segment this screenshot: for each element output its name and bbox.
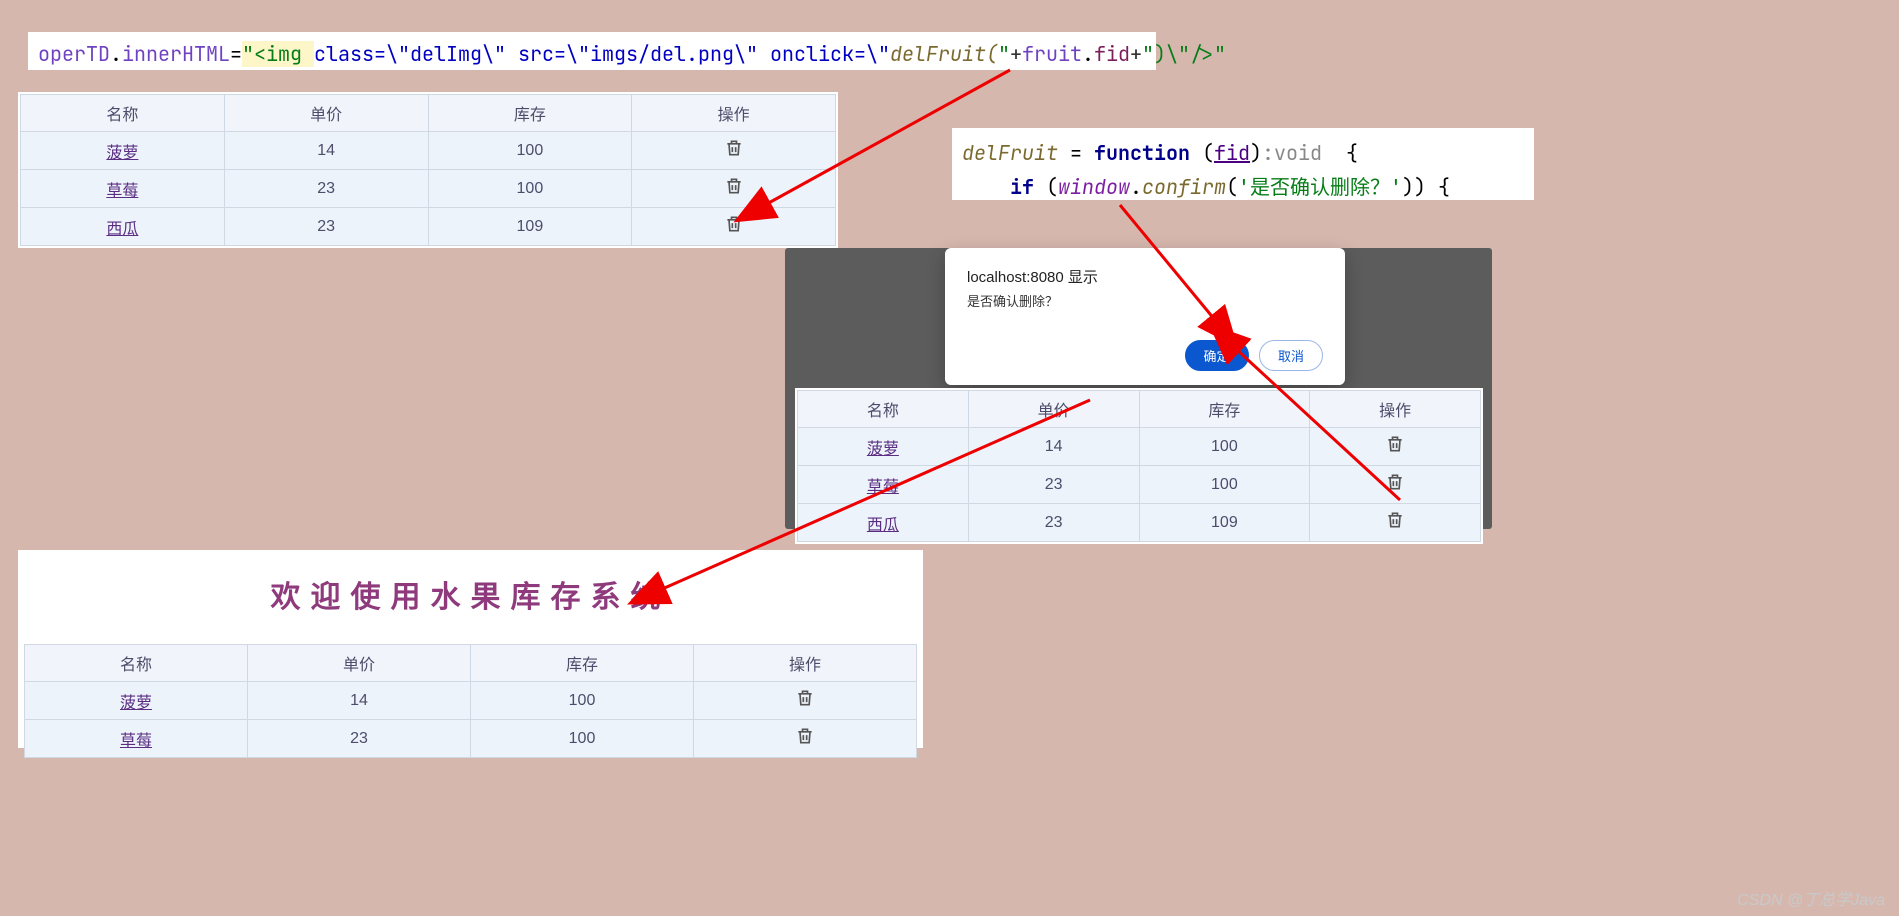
col-name: 名称 [798, 391, 969, 428]
table-row: 菠萝14100 [25, 682, 917, 720]
table-row: 西瓜23109 [798, 504, 1481, 542]
table-row: 菠萝14100 [21, 132, 836, 170]
col-oper: 操作 [632, 95, 836, 132]
trash-icon [724, 138, 744, 158]
fruit-table-1: 名称 单价 库存 操作 菠萝14100 草莓23100 西瓜23109 [18, 92, 838, 248]
delete-button[interactable] [694, 682, 917, 720]
table-row: 草莓23100 [21, 170, 836, 208]
table-row: 西瓜23109 [21, 208, 836, 246]
fruit-link[interactable]: 草莓 [106, 183, 138, 200]
trash-icon [724, 176, 744, 196]
delete-button[interactable] [694, 720, 917, 758]
col-stock: 库存 [471, 645, 694, 682]
table-header-row: 名称 单价 库存 操作 [798, 391, 1481, 428]
dialog-message: 是否确认删除？ [967, 291, 1323, 310]
confirm-dialog: localhost:8080 显示 是否确认删除？ 确定 取消 [945, 248, 1345, 385]
dialog-host: localhost:8080 显示 [967, 266, 1323, 287]
col-oper: 操作 [694, 645, 917, 682]
table-header-row: 名称 单价 库存 操作 [25, 645, 917, 682]
fruit-link[interactable]: 菠萝 [106, 145, 138, 162]
trash-icon [1385, 472, 1405, 492]
col-stock: 库存 [428, 95, 632, 132]
fruit-link[interactable]: 草莓 [120, 733, 152, 750]
fruit-link[interactable]: 草莓 [867, 479, 899, 496]
trash-icon [724, 214, 744, 234]
delete-button[interactable] [632, 132, 836, 170]
col-stock: 库存 [1139, 391, 1310, 428]
fruit-table-2: 名称 单价 库存 操作 菠萝14100 草莓23100 西瓜23109 [795, 388, 1483, 544]
trash-icon [795, 688, 815, 708]
trash-icon [795, 726, 815, 746]
col-oper: 操作 [1310, 391, 1481, 428]
col-price: 单价 [968, 391, 1139, 428]
col-price: 单价 [248, 645, 471, 682]
delete-button[interactable] [632, 170, 836, 208]
trash-icon [1385, 510, 1405, 530]
trash-icon [1385, 434, 1405, 454]
result-panel: 欢迎使用水果库存系统 名称 单价 库存 操作 菠萝14100 草莓23100 [18, 550, 923, 748]
table-header-row: 名称 单价 库存 操作 [21, 95, 836, 132]
code-snippet-2: delFruit = function (fid):void { if (win… [952, 128, 1534, 200]
delete-button[interactable] [1310, 504, 1481, 542]
fruit-link[interactable]: 西瓜 [867, 517, 899, 534]
table-row: 菠萝14100 [798, 428, 1481, 466]
delete-button[interactable] [1310, 428, 1481, 466]
fruit-link[interactable]: 菠萝 [120, 695, 152, 712]
fruit-link[interactable]: 西瓜 [106, 221, 138, 238]
page-title: 欢迎使用水果库存系统 [24, 572, 917, 616]
fruit-link[interactable]: 菠萝 [867, 441, 899, 458]
watermark: CSDN @丁总学Java [1737, 886, 1885, 910]
ok-button[interactable]: 确定 [1185, 340, 1249, 371]
col-price: 单价 [224, 95, 428, 132]
col-name: 名称 [25, 645, 248, 682]
table-row: 草莓23100 [25, 720, 917, 758]
delete-button[interactable] [632, 208, 836, 246]
code-snippet-1: operTD.innerHTML="<img class=\"delImg\" … [28, 32, 1156, 70]
cancel-button[interactable]: 取消 [1259, 340, 1323, 371]
col-name: 名称 [21, 95, 225, 132]
delete-button[interactable] [1310, 466, 1481, 504]
table-row: 草莓23100 [798, 466, 1481, 504]
